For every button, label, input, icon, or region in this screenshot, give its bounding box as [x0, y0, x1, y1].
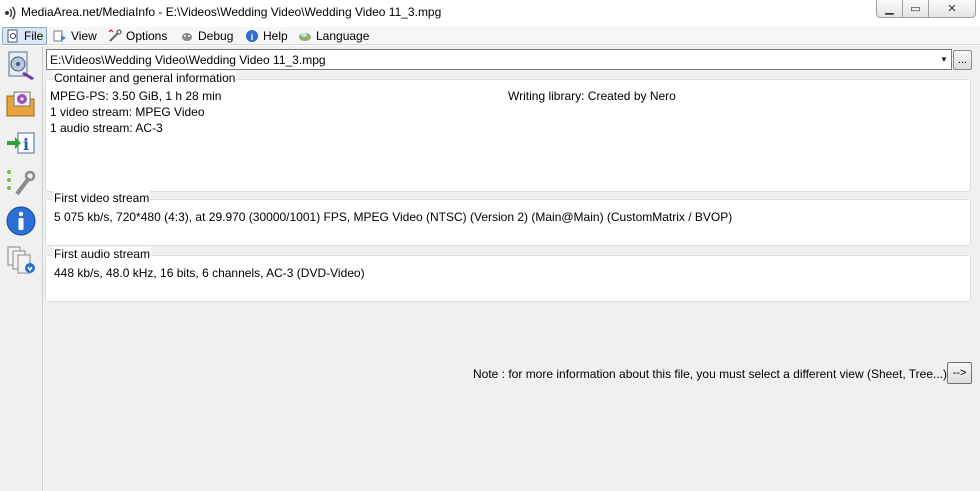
menu-file[interactable]: File — [2, 27, 48, 45]
menu-options[interactable]: Options — [108, 27, 167, 45]
menu-view[interactable]: View — [53, 27, 97, 45]
menu-options-label: Options — [126, 29, 168, 43]
debug-icon — [180, 29, 194, 43]
video-stream-group: First video stream 5 075 kb/s, 720*480 (… — [45, 191, 971, 246]
audio-stream-details: 448 kb/s, 48.0 kHz, 16 bits, 6 channels,… — [54, 266, 365, 280]
about-icon — [5, 205, 37, 240]
options-icon — [108, 29, 122, 43]
file-icon — [6, 29, 20, 43]
window-controls: ▁ ▭ ✕ — [876, 0, 976, 18]
preferences-icon — [5, 166, 37, 201]
left-toolbar: i — [0, 46, 43, 491]
export-button[interactable]: i — [4, 127, 38, 161]
menu-language-label: Language — [316, 29, 370, 43]
knowledge-base-button[interactable] — [4, 244, 38, 278]
minimize-button[interactable]: ▁ — [876, 0, 903, 18]
view-note: Note : for more information about this f… — [473, 367, 947, 381]
menu-bar: File View Options Debug i Help Language — [0, 27, 980, 45]
video-stream-count: 1 video stream: MPEG Video — [50, 105, 205, 119]
knowledge-base-icon — [5, 244, 37, 279]
open-folder-icon — [5, 88, 37, 123]
menu-file-label: File — [24, 29, 44, 43]
file-selector[interactable]: E:\Videos\Wedding Video\Wedding Video 11… — [46, 49, 952, 70]
container-format: MPEG-PS: 3.50 GiB, 1 h 28 min — [50, 89, 222, 103]
preferences-button[interactable] — [4, 166, 38, 200]
view-icon — [53, 29, 67, 43]
title-bar: MediaArea.net/MediaInfo - E:\Videos\Wedd… — [0, 0, 980, 27]
svg-text:i: i — [251, 32, 254, 42]
audio-stream-group: First audio stream 448 kb/s, 48.0 kHz, 1… — [45, 247, 971, 302]
menu-help[interactable]: i Help — [245, 27, 288, 45]
audio-stream-count: 1 audio stream: AC-3 — [50, 121, 163, 135]
general-info-legend: Container and general information — [53, 71, 237, 85]
menu-help-label: Help — [263, 29, 288, 43]
next-view-button[interactable]: --> — [947, 362, 972, 384]
browse-button[interactable]: ... — [953, 50, 972, 70]
help-icon: i — [245, 29, 259, 43]
about-button[interactable] — [4, 205, 38, 239]
menu-view-label: View — [71, 29, 97, 43]
open-file-button[interactable] — [4, 49, 38, 83]
svg-text:i: i — [23, 135, 29, 154]
language-icon — [298, 29, 312, 43]
chevron-down-icon[interactable]: ▼ — [937, 50, 951, 69]
writing-library: Writing library: Created by Nero — [508, 89, 676, 103]
close-button[interactable]: ✕ — [929, 0, 976, 18]
menu-debug[interactable]: Debug — [180, 27, 233, 45]
open-file-icon — [5, 49, 37, 84]
video-stream-details: 5 075 kb/s, 720*480 (4:3), at 29.970 (30… — [54, 210, 733, 224]
menu-language[interactable]: Language — [298, 27, 369, 45]
menu-debug-label: Debug — [198, 29, 234, 43]
general-info-group: Container and general information MPEG-P… — [45, 71, 971, 192]
mediainfo-app-icon — [2, 5, 18, 21]
open-folder-button[interactable] — [4, 88, 38, 122]
main-panel: E:\Videos\Wedding Video\Wedding Video 11… — [43, 46, 980, 491]
maximize-button[interactable]: ▭ — [903, 0, 929, 18]
video-stream-legend: First video stream — [53, 191, 151, 205]
audio-stream-legend: First audio stream — [53, 247, 152, 261]
file-selector-value: E:\Videos\Wedding Video\Wedding Video 11… — [50, 52, 326, 67]
export-icon: i — [5, 127, 37, 162]
window-title: MediaArea.net/MediaInfo - E:\Videos\Wedd… — [21, 5, 442, 19]
